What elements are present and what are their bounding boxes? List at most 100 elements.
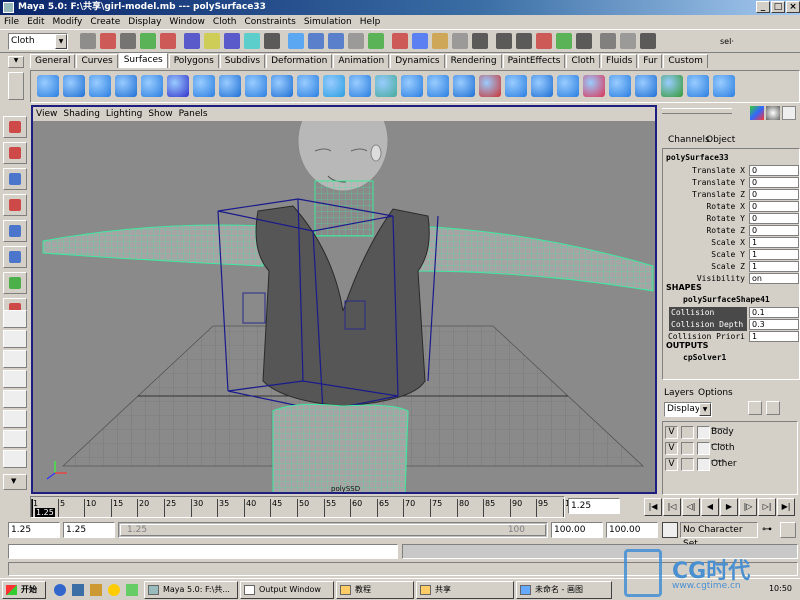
insert-isoparm-icon[interactable] xyxy=(661,75,683,97)
manipulator-icon[interactable] xyxy=(3,272,27,294)
select-hierarchy-icon[interactable] xyxy=(140,33,156,49)
menu-cloth[interactable]: Cloth xyxy=(209,15,241,29)
taskbar-task[interactable]: 共享 xyxy=(416,581,514,599)
new-layer-icon[interactable] xyxy=(748,401,762,415)
maximize-button[interactable]: □ xyxy=(771,1,785,13)
layer-type-toggle[interactable] xyxy=(681,442,694,455)
square-surface-icon[interactable] xyxy=(401,75,423,97)
graph-editor-layout-icon[interactable] xyxy=(3,390,27,408)
grid-icon[interactable] xyxy=(516,33,532,49)
layer-body[interactable]: V Body xyxy=(665,426,795,440)
snap-grid-icon[interactable] xyxy=(224,33,240,49)
extend-icon[interactable] xyxy=(687,75,709,97)
tool-settings-icon[interactable] xyxy=(782,106,796,120)
custom-layout-icon[interactable] xyxy=(3,450,27,468)
shelf-tab-animation[interactable]: Animation xyxy=(333,54,390,68)
align-icon[interactable] xyxy=(609,75,631,97)
messenger-icon[interactable] xyxy=(108,584,120,596)
show-hide-icon[interactable] xyxy=(496,33,512,49)
channel-value[interactable]: 0.3 xyxy=(749,319,799,330)
shelf-tab-surfaces[interactable]: Surfaces xyxy=(118,53,168,68)
nurbs-sphere-icon[interactable] xyxy=(37,75,59,97)
step-back-key-icon[interactable]: |◁ xyxy=(663,498,681,516)
menu-constraints[interactable]: Constraints xyxy=(240,15,299,29)
show-desktop-icon[interactable] xyxy=(72,584,84,596)
play-backward-icon[interactable]: ◀ xyxy=(701,498,719,516)
lasso-tool-icon[interactable] xyxy=(3,142,27,164)
end-time-field[interactable]: 100.00 xyxy=(606,522,658,538)
viewport-menu-show[interactable]: Show xyxy=(145,107,175,121)
step-forward-frame-icon[interactable]: |▷ xyxy=(739,498,757,516)
channel-value[interactable]: 1 xyxy=(749,331,799,342)
layer-mode-dropdown[interactable]: Display ▼ xyxy=(664,402,712,417)
menu-file[interactable]: File xyxy=(0,15,23,29)
step-back-frame-icon[interactable]: ◁| xyxy=(682,498,700,516)
shelf-tab-polygons[interactable]: Polygons xyxy=(168,54,219,68)
make-live-icon[interactable] xyxy=(308,33,324,49)
channel-value[interactable]: 1 xyxy=(749,249,799,260)
select-component-icon[interactable] xyxy=(184,33,200,49)
channel-value[interactable]: 0 xyxy=(749,165,799,176)
paint-select-icon[interactable] xyxy=(3,168,27,190)
trim-icon[interactable] xyxy=(505,75,527,97)
loft-icon[interactable] xyxy=(271,75,293,97)
render-icon[interactable] xyxy=(432,33,448,49)
nurbs-cone-icon[interactable] xyxy=(115,75,137,97)
channel-value[interactable]: on xyxy=(749,273,799,284)
channel-value[interactable]: 0.1 xyxy=(749,307,799,318)
shape-channel-collision-offset[interactable]: Collision Offset0.1 xyxy=(667,307,799,331)
project-curve-icon[interactable] xyxy=(479,75,501,97)
untrim-icon[interactable] xyxy=(531,75,553,97)
magnet-icon[interactable] xyxy=(536,33,552,49)
perspective-viewport[interactable]: View Shading Lighting Show Panels polySS… xyxy=(31,105,657,494)
channel-scale-x[interactable]: Scale X 1 xyxy=(667,237,799,249)
create-layer-selected-icon[interactable] xyxy=(766,401,780,415)
channel-value[interactable]: 1 xyxy=(749,237,799,248)
ipr-icon[interactable] xyxy=(452,33,468,49)
channels-tab[interactable]: Channels xyxy=(668,135,710,145)
tool-menu-arrow-icon[interactable]: ▼ xyxy=(3,474,27,490)
time-slider[interactable]: 1.25 1 5 10 15 20 25 30 35 40 45 50 55 60 65 70 75 80 85 9… xyxy=(0,495,800,519)
shape-channel-collision-depth[interactable]: Collision Depth 0.3 xyxy=(667,319,799,331)
current-time-field[interactable]: 1.25 xyxy=(568,498,620,514)
menu-window[interactable]: Window xyxy=(165,15,209,29)
shelf-tab-curves[interactable]: Curves xyxy=(76,54,118,68)
channel-value[interactable]: 0 xyxy=(749,225,799,236)
open-scene-icon[interactable] xyxy=(100,33,116,49)
taskbar-task[interactable]: Maya 5.0: F:\共... xyxy=(144,581,238,599)
shelf-tab-cloth[interactable]: Cloth xyxy=(566,54,600,68)
layer-color-swatch[interactable] xyxy=(697,442,710,455)
rotate-tool-icon[interactable] xyxy=(3,220,27,242)
hypershade-layout-icon[interactable] xyxy=(3,410,27,428)
shelf-tab-deformation[interactable]: Deformation xyxy=(266,54,333,68)
key-icon[interactable]: ⊶ xyxy=(762,524,772,535)
taskbar-task[interactable]: 未命名 - 画图 xyxy=(516,581,612,599)
nurbs-circle-icon[interactable] xyxy=(193,75,215,97)
mel-input[interactable] xyxy=(8,544,398,559)
layer-other[interactable]: V Other xyxy=(665,458,795,472)
shelf-editor-icon[interactable] xyxy=(8,72,24,100)
channel-scale-z[interactable]: Scale Z 1 xyxy=(667,261,799,273)
layer-visibility-toggle[interactable]: V xyxy=(665,458,678,471)
history-icon[interactable] xyxy=(328,33,344,49)
viewport-menu-view[interactable]: View xyxy=(33,107,60,121)
layer-color-swatch[interactable] xyxy=(697,426,710,439)
channel-translate-x[interactable]: Translate X 0 xyxy=(667,165,799,177)
ipr-render-icon[interactable] xyxy=(620,33,636,49)
attribute-editor-icon[interactable] xyxy=(766,106,780,120)
ie-icon[interactable] xyxy=(54,584,66,596)
menu-simulation[interactable]: Simulation xyxy=(300,15,356,29)
outliner-layout-icon[interactable] xyxy=(3,370,27,388)
go-to-end-icon[interactable]: ▶| xyxy=(777,498,795,516)
character-set-dropdown[interactable]: No Character Set xyxy=(680,522,758,549)
boundary-icon[interactable] xyxy=(375,75,397,97)
start-time-field[interactable]: 1.25 xyxy=(8,522,60,538)
shelf-tab-fluids[interactable]: Fluids xyxy=(601,54,638,68)
menu-display[interactable]: Display xyxy=(124,15,165,29)
start-button[interactable]: 开始 xyxy=(2,581,46,599)
menu-edit[interactable]: Edit xyxy=(23,15,48,29)
nurbs-square-icon[interactable] xyxy=(219,75,241,97)
revolve-icon[interactable] xyxy=(245,75,267,97)
four-pane-layout-icon[interactable] xyxy=(3,330,27,348)
channel-translate-y[interactable]: Translate Y 0 xyxy=(667,177,799,189)
